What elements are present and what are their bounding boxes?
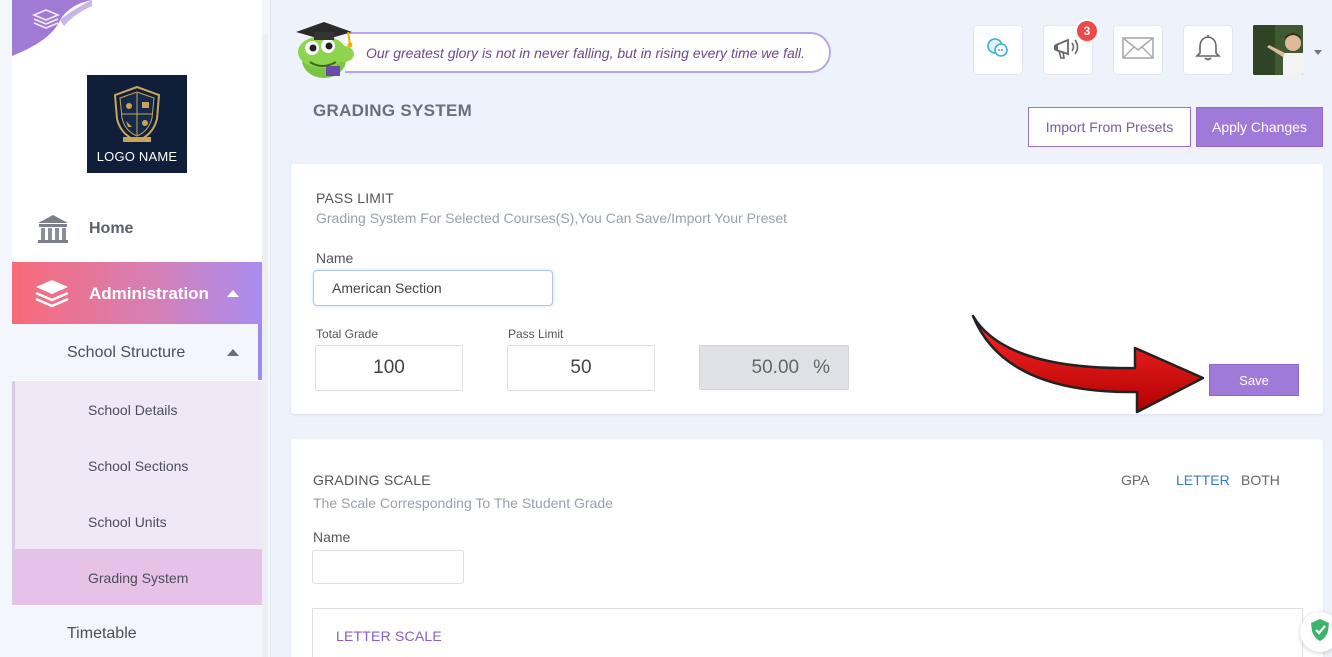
sidebar-scrollbar[interactable] xyxy=(262,35,268,657)
sidebar-item-home[interactable]: Home xyxy=(12,205,262,253)
scale-name-input[interactable] xyxy=(312,550,464,584)
import-from-presets-button[interactable]: Import From Presets xyxy=(1028,107,1191,147)
save-button[interactable]: Save xyxy=(1209,364,1299,396)
menu-toggle-corner[interactable] xyxy=(12,0,92,56)
sidebar-item-timetable-label: Timetable xyxy=(67,625,137,642)
name-input[interactable]: American Section xyxy=(313,270,553,306)
mail-icon xyxy=(1122,36,1154,64)
sidebar-subitem-school-details[interactable]: School Details xyxy=(12,381,262,437)
shield-check-icon xyxy=(1309,618,1331,647)
notification-badge: 3 xyxy=(1075,19,1099,43)
sidebar-subitem-school-sections[interactable]: School Sections xyxy=(12,437,262,493)
bell-icon xyxy=(1195,34,1221,67)
quote-banner: Our greatest glory is not in never falli… xyxy=(345,32,831,73)
name-input-value: American Section xyxy=(332,280,442,296)
school-logo: LOGO NAME xyxy=(87,75,187,173)
pass-limit-input[interactable]: 50 xyxy=(507,345,655,391)
total-grade-input[interactable]: 100 xyxy=(315,345,463,391)
page-title: GRADING SYSTEM xyxy=(313,101,473,120)
pass-limit-label: Pass Limit xyxy=(508,327,564,341)
sidebar-subitem-label: School Sections xyxy=(88,458,189,474)
tab-gpa[interactable]: GPA xyxy=(1121,472,1150,488)
grading-scale-title: GRADING SCALE xyxy=(313,472,431,488)
percent-sign: % xyxy=(813,356,830,378)
total-grade-label: Total Grade xyxy=(316,327,379,341)
sidebar-subitem-label: School Details xyxy=(88,402,178,418)
caret-up-icon xyxy=(227,290,239,297)
scale-name-label: Name xyxy=(313,529,351,545)
user-avatar[interactable] xyxy=(1253,25,1303,75)
sidebar-item-school-structure[interactable]: School Structure xyxy=(12,324,262,380)
apply-changes-button[interactable]: Apply Changes xyxy=(1196,107,1323,147)
name-label: Name xyxy=(316,250,354,266)
sidebar-item-home-label: Home xyxy=(89,220,134,237)
grading-scale-subtitle: The Scale Corresponding To The Student G… xyxy=(313,495,613,511)
pass-percentage-display: 50.00 % xyxy=(699,345,849,390)
sidebar-item-timetable[interactable]: Timetable xyxy=(12,606,262,657)
letter-scale-label: LETTER SCALE xyxy=(336,628,442,644)
sidebar-item-administration[interactable]: Administration xyxy=(12,262,262,324)
notifications-button[interactable] xyxy=(1183,25,1233,75)
messages-button[interactable] xyxy=(1113,25,1163,75)
sidebar-subitem-label: School Units xyxy=(88,514,167,530)
caret-down-icon[interactable] xyxy=(1314,50,1322,55)
crest-icon xyxy=(113,85,161,143)
chat-button[interactable] xyxy=(973,25,1023,75)
quote-text: Our greatest glory is not in never falli… xyxy=(366,45,805,61)
layers-icon xyxy=(34,278,70,313)
pass-limit-subtitle: Grading System For Selected Courses(S),Y… xyxy=(316,210,788,226)
total-grade-value: 100 xyxy=(373,357,405,378)
red-arrow-annotation-icon xyxy=(965,310,1215,425)
caret-up-icon xyxy=(227,349,239,356)
percent-value: 50.00 xyxy=(751,356,800,378)
chat-icon xyxy=(985,35,1011,66)
tab-both[interactable]: BOTH xyxy=(1241,472,1280,488)
school-building-icon xyxy=(36,213,70,250)
pass-limit-value: 50 xyxy=(570,357,592,378)
sidebar-item-administration-label: Administration xyxy=(89,284,209,303)
logo-text: LOGO NAME xyxy=(96,149,178,164)
sidebar-subitem-school-units[interactable]: School Units xyxy=(12,493,262,549)
pass-limit-title: PASS LIMIT xyxy=(316,190,394,206)
sidebar-subitem-grading-system[interactable]: Grading System xyxy=(12,549,262,605)
security-shield-button[interactable] xyxy=(1300,612,1332,652)
tab-letter[interactable]: LETTER xyxy=(1176,472,1230,488)
letter-scale-panel: LETTER SCALE xyxy=(312,608,1303,657)
sidebar-item-school-structure-label: School Structure xyxy=(67,344,186,361)
dragon-mascot-icon xyxy=(290,16,360,87)
sidebar-subitem-label: Grading System xyxy=(88,570,189,586)
